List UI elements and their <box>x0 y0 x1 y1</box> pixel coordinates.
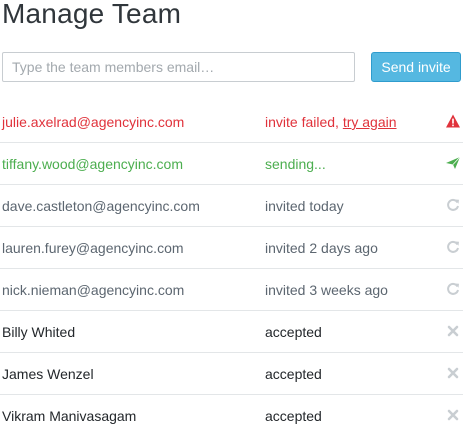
member-email: tiffany.wood@agencyinc.com <box>2 156 184 172</box>
member-email: nick.nieman@agencyinc.com <box>2 282 185 298</box>
member-row: nick.nieman@agencyinc.com invited 3 week… <box>0 269 463 311</box>
member-name: Vikram Manivasagam <box>2 408 137 424</box>
member-status: sending... <box>265 156 326 172</box>
remove-icon[interactable] <box>445 323 461 339</box>
member-row: tiffany.wood@agencyinc.com sending... <box>0 143 463 185</box>
member-status: accepted <box>265 324 322 340</box>
resend-icon[interactable] <box>445 281 461 297</box>
team-member-list: julie.axelrad@agencyinc.com invite faile… <box>0 101 463 437</box>
send-icon <box>445 155 461 171</box>
warning-icon <box>445 113 461 129</box>
member-status: invited 2 days ago <box>265 240 378 256</box>
member-row: dave.castleton@agencyinc.com invited tod… <box>0 185 463 227</box>
remove-icon[interactable] <box>445 407 461 423</box>
member-status: invite failed, try again <box>265 114 397 130</box>
member-status: accepted <box>265 366 322 382</box>
member-status: invited today <box>265 198 344 214</box>
member-row: lauren.furey@agencyinc.com invited 2 day… <box>0 227 463 269</box>
member-name: James Wenzel <box>2 366 94 382</box>
invite-form: Send invite <box>0 52 463 82</box>
email-input[interactable] <box>2 52 355 82</box>
member-email: dave.castleton@agencyinc.com <box>2 198 200 214</box>
send-invite-button[interactable]: Send invite <box>371 52 461 82</box>
resend-icon[interactable] <box>445 197 461 213</box>
member-email: lauren.furey@agencyinc.com <box>2 240 184 256</box>
member-name: Billy Whited <box>2 324 76 340</box>
try-again-link[interactable]: try again <box>343 114 397 130</box>
member-row: Vikram Manivasagam accepted <box>0 395 463 437</box>
member-status: accepted <box>265 408 322 424</box>
member-status: invited 3 weeks ago <box>265 282 388 298</box>
page-title: Manage Team <box>2 0 182 29</box>
member-row: James Wenzel accepted <box>0 353 463 395</box>
member-row: julie.axelrad@agencyinc.com invite faile… <box>0 101 463 143</box>
remove-icon[interactable] <box>445 365 461 381</box>
member-email: julie.axelrad@agencyinc.com <box>2 114 185 130</box>
member-row: Billy Whited accepted <box>0 311 463 353</box>
resend-icon[interactable] <box>445 239 461 255</box>
